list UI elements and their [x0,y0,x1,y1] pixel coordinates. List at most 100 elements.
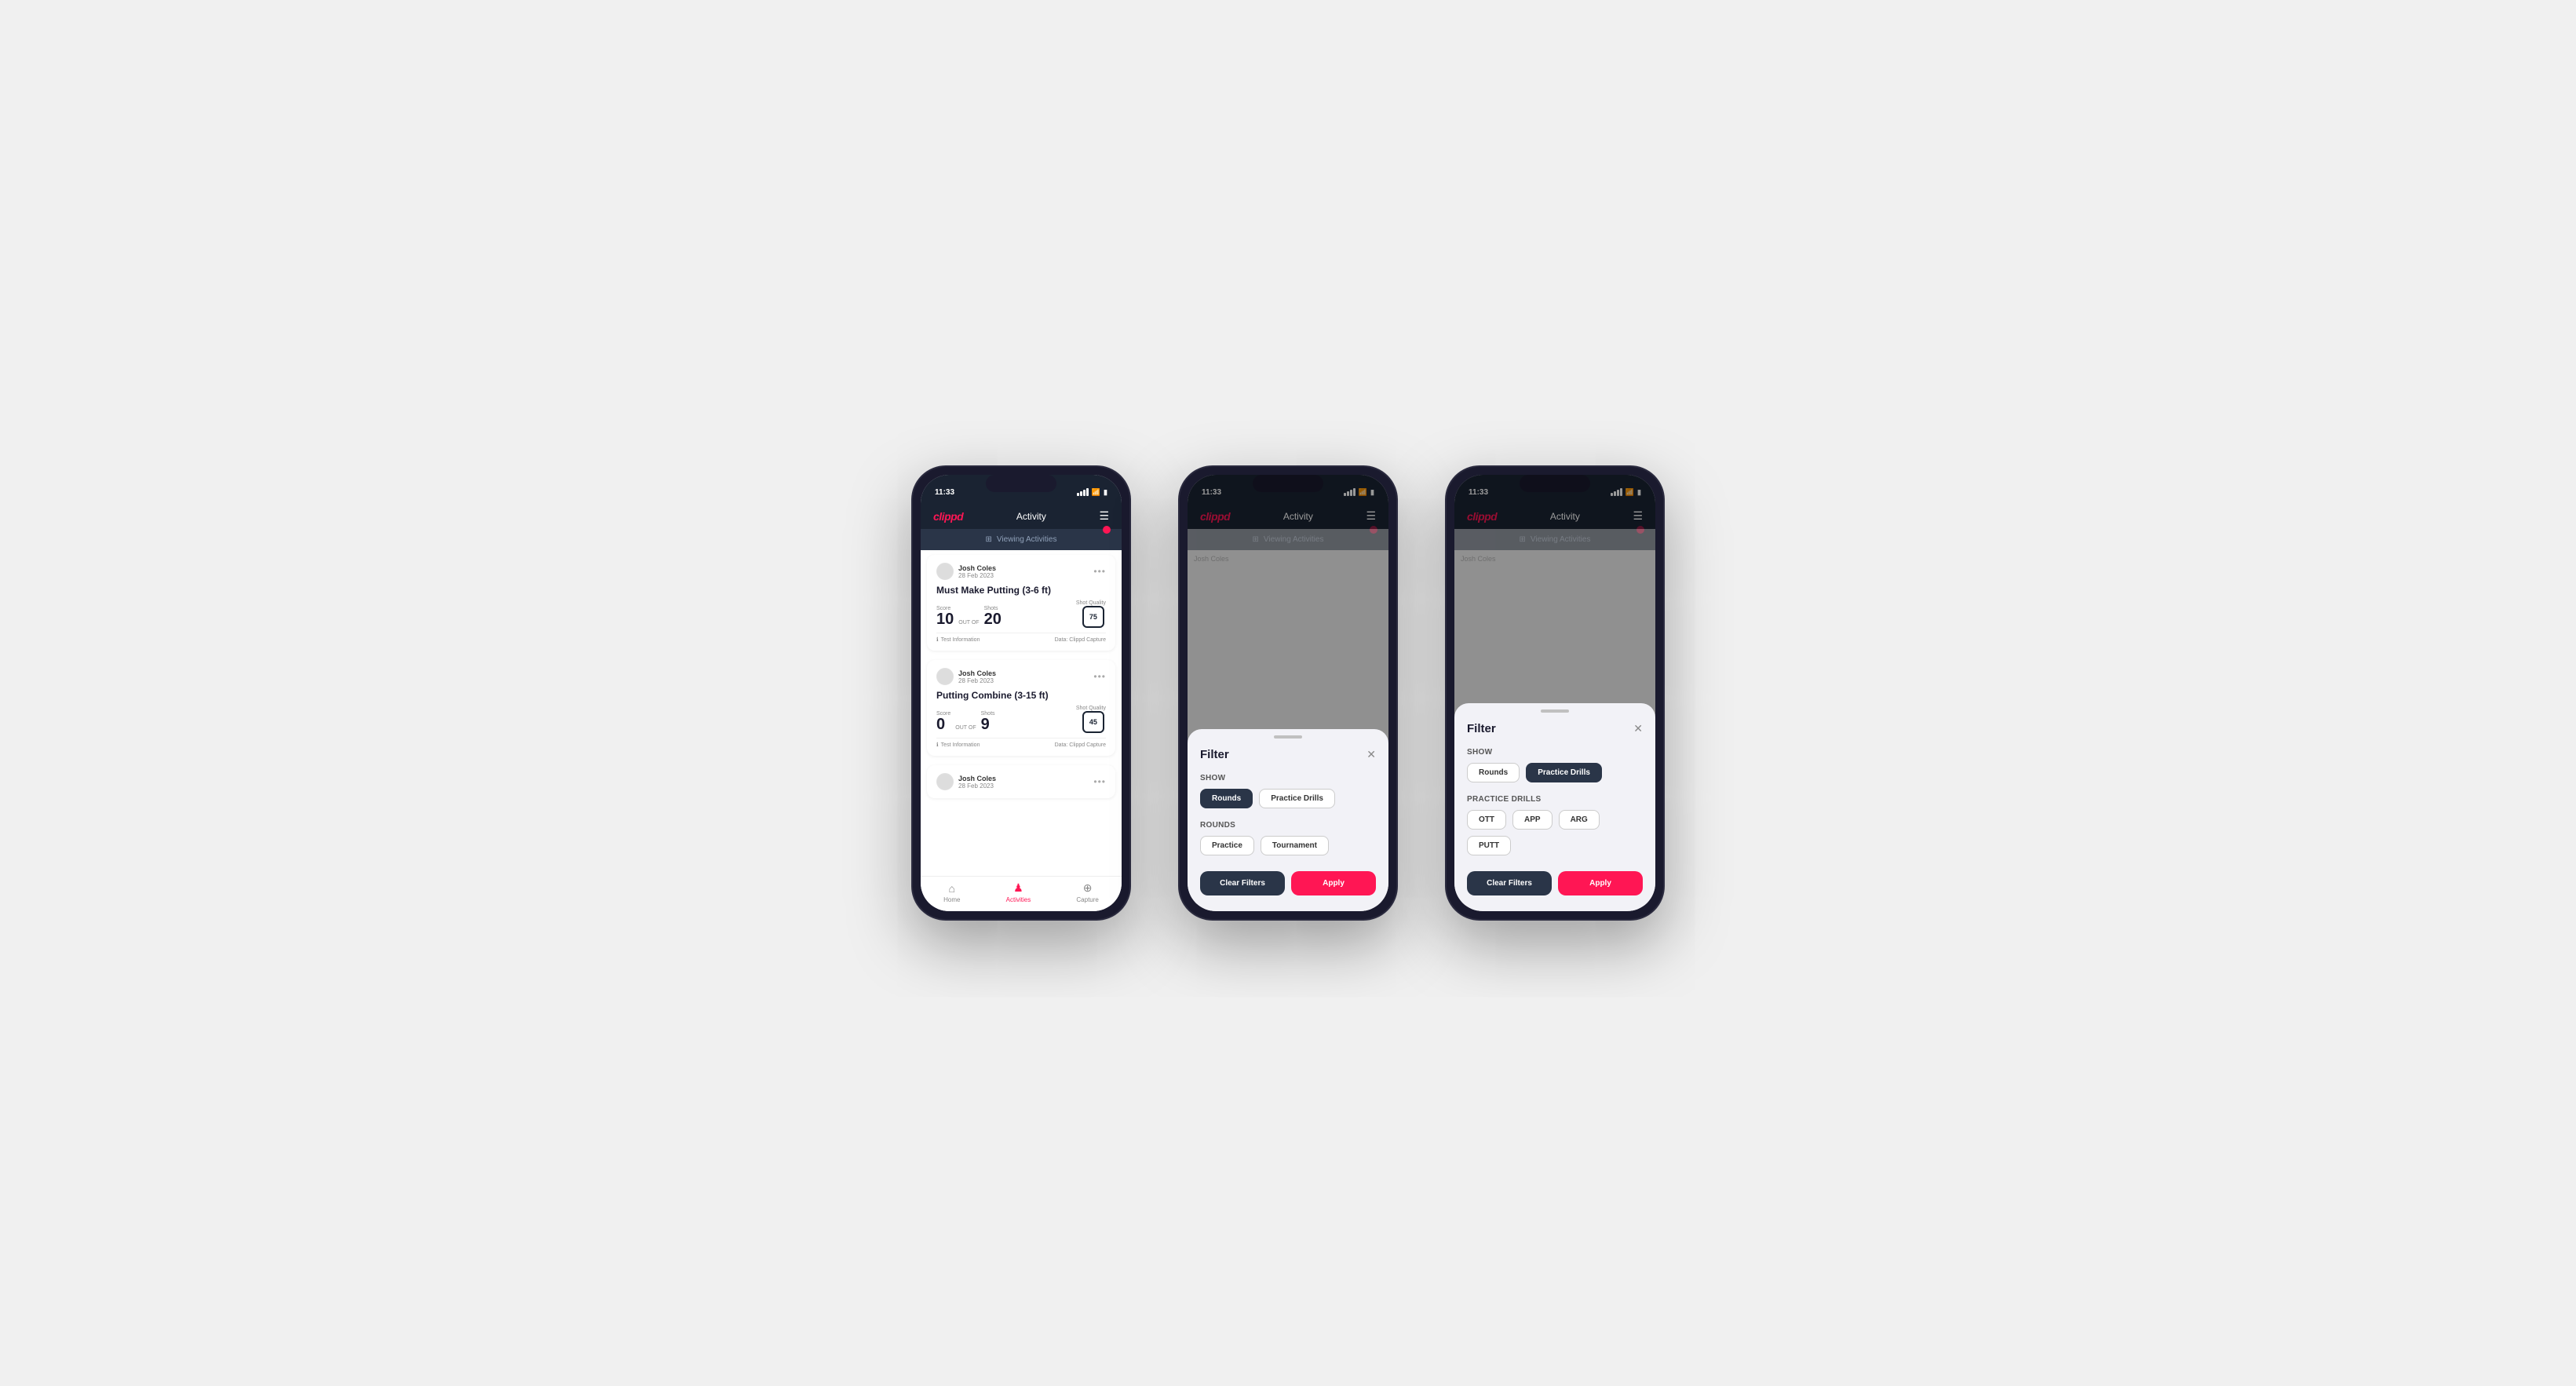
footer-right-1: Data: Clippd Capture [1055,637,1106,643]
viewing-banner-1[interactable]: ⊞ Viewing Activities [921,529,1122,550]
footer-right-2: Data: Clippd Capture [1055,742,1106,748]
show-chips-3: Rounds Practice Drills [1467,763,1643,782]
avatar-1 [936,563,954,580]
phone-2: 11:33 📶 ▮ clippd Activity ☰ [1178,465,1398,921]
phone-1: 11:33 📶 ▮ clippd Activity ☰ [911,465,1131,921]
signal-icon [1077,488,1089,496]
user-date-3: 28 Feb 2023 [958,782,996,790]
card-header-3: Josh Coles 28 Feb 2023 ••• [936,773,1106,790]
show-section-3: Show Rounds Practice Drills [1454,742,1655,789]
card-footer-1: ℹ Test Information Data: Clippd Capture [936,633,1106,643]
user-name-1: Josh Coles [958,564,996,572]
user-name-2: Josh Coles [958,669,996,677]
quality-badge-1: 75 [1082,606,1104,628]
user-name-3: Josh Coles [958,775,996,782]
card-title-2: Putting Combine (3-15 ft) [936,690,1106,701]
capture-icon: ⊕ [1083,881,1093,895]
score-value-1: 10 [936,611,954,628]
activities-icon: ♟ [1013,881,1023,895]
user-info-1: Josh Coles 28 Feb 2023 [936,563,996,580]
apply-button-3[interactable]: Apply [1558,871,1643,895]
drills-chips-3: OTT APP ARG PUTT [1467,810,1643,855]
capture-label: Capture [1076,896,1098,903]
card-title-1: Must Make Putting (3-6 ft) [936,585,1106,596]
rounds-label-2: Rounds [1200,821,1376,830]
modal-footer-3: Clear Filters Apply [1454,862,1655,899]
phone-3-inner: 11:33 📶 ▮ clippd Activity ☰ [1454,475,1655,911]
battery-icon: ▮ [1104,488,1107,497]
menu-icon-1[interactable]: ☰ [1099,509,1109,523]
more-dots-2[interactable]: ••• [1093,671,1106,682]
nav-capture-1[interactable]: ⊕ Capture [1076,881,1098,903]
chip-app-3[interactable]: APP [1512,810,1553,830]
footer-left-text-2: Test Information [941,742,980,748]
status-time-1: 11:33 [935,488,954,497]
more-dots-1[interactable]: ••• [1093,566,1106,577]
avatar-3 [936,773,954,790]
chip-ott-3[interactable]: OTT [1467,810,1506,830]
user-date-2: 28 Feb 2023 [958,677,996,684]
scene: 11:33 📶 ▮ clippd Activity ☰ [864,418,1712,968]
modal-header-3: Filter ✕ [1454,713,1655,742]
phone-1-inner: 11:33 📶 ▮ clippd Activity ☰ [921,475,1122,911]
user-info-3: Josh Coles 28 Feb 2023 [936,773,996,790]
activity-card-1[interactable]: Josh Coles 28 Feb 2023 ••• Must Make Put… [927,555,1115,651]
chip-rounds-3[interactable]: Rounds [1467,763,1520,782]
chip-rounds-2[interactable]: Rounds [1200,789,1253,808]
modal-sheet-2: Filter ✕ Show Rounds Practice Drills Rou… [1188,729,1388,911]
clear-filters-3[interactable]: Clear Filters [1467,871,1552,895]
quality-badge-2: 45 [1082,711,1104,733]
rounds-chips-2: Practice Tournament [1200,836,1376,855]
modal-header-2: Filter ✕ [1188,739,1388,768]
more-dots-3[interactable]: ••• [1093,776,1106,787]
banner-dot-1 [1103,526,1111,534]
outof-2: OUT OF [955,725,976,731]
phone-2-inner: 11:33 📶 ▮ clippd Activity ☰ [1188,475,1388,911]
modal-title-3: Filter [1467,722,1496,735]
modal-close-2[interactable]: ✕ [1366,748,1376,761]
nav-activities-1[interactable]: ♟ Activities [1006,881,1031,903]
notch [986,475,1056,492]
activity-card-3[interactable]: Josh Coles 28 Feb 2023 ••• [927,765,1115,798]
show-chips-2: Rounds Practice Drills [1200,789,1376,808]
user-info-2: Josh Coles 28 Feb 2023 [936,668,996,685]
clear-filters-2[interactable]: Clear Filters [1200,871,1285,895]
nav-title-1: Activity [1016,511,1046,522]
phone-3: 11:33 📶 ▮ clippd Activity ☰ [1445,465,1665,921]
chip-practice-drills-2[interactable]: Practice Drills [1259,789,1335,808]
chip-putt-3[interactable]: PUTT [1467,836,1511,855]
apply-button-2[interactable]: Apply [1291,871,1376,895]
show-section-2: Show Rounds Practice Drills [1188,768,1388,815]
home-icon: ⌂ [949,882,955,895]
chip-arg-3[interactable]: ARG [1559,810,1600,830]
filter-modal-3: Filter ✕ Show Rounds Practice Drills Pra… [1454,475,1655,911]
quality-label-2: Shot Quality [1076,706,1106,711]
bottom-nav-1: ⌂ Home ♟ Activities ⊕ Capture [921,876,1122,911]
user-date-1: 28 Feb 2023 [958,572,996,579]
show-label-2: Show [1200,774,1376,782]
home-label: Home [943,896,960,903]
card-header-1: Josh Coles 28 Feb 2023 ••• [936,563,1106,580]
activity-card-2[interactable]: Josh Coles 28 Feb 2023 ••• Putting Combi… [927,660,1115,756]
activity-list-1: Josh Coles 28 Feb 2023 ••• Must Make Put… [921,550,1122,876]
card-footer-2: ℹ Test Information Data: Clippd Capture [936,738,1106,748]
footer-left-text-1: Test Information [941,637,980,643]
chip-tournament-round-2[interactable]: Tournament [1261,836,1329,855]
status-icons-1: 📶 ▮ [1077,488,1107,497]
nav-bar-1: clippd Activity ☰ [921,503,1122,529]
filter-icon-1: ⊞ [986,535,992,544]
modal-title-2: Filter [1200,748,1229,761]
quality-label-1: Shot Quality [1076,600,1106,606]
banner-text-1: Viewing Activities [997,535,1057,544]
footer-left-1: ℹ Test Information [936,636,980,643]
wifi-icon: 📶 [1092,488,1100,497]
drills-label-3: Practice Drills [1467,795,1643,804]
chip-practice-drills-3[interactable]: Practice Drills [1526,763,1602,782]
outof-1: OUT OF [958,620,979,626]
modal-close-3[interactable]: ✕ [1633,722,1643,735]
nav-home-1[interactable]: ⌂ Home [943,882,960,903]
shots-value-1: 20 [984,611,1002,628]
chip-practice-round-2[interactable]: Practice [1200,836,1254,855]
modal-sheet-3: Filter ✕ Show Rounds Practice Drills Pra… [1454,703,1655,911]
avatar-2 [936,668,954,685]
